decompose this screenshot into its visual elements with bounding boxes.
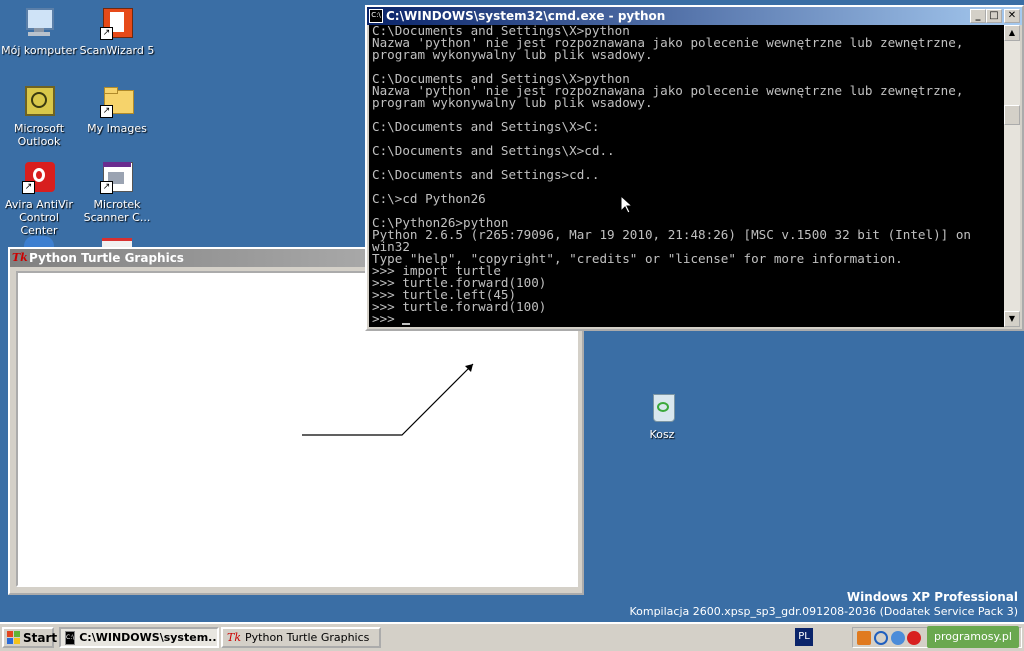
console-line: program wykonywalny lub plik wsadowy. bbox=[372, 47, 653, 62]
turtle-window-title: Python Turtle Graphics bbox=[29, 251, 184, 265]
watermark-badge: programosy.pl bbox=[927, 626, 1019, 648]
watermark-text: programosy.pl bbox=[934, 630, 1012, 643]
taskbar: Start C:\ C:\WINDOWS\system... Tk Python… bbox=[0, 622, 1024, 651]
vertical-scrollbar[interactable]: ▲ ▼ bbox=[1004, 25, 1020, 327]
desktop-icon-my-computer[interactable]: Mój komputer bbox=[0, 6, 78, 57]
cmd-icon: C:\ bbox=[65, 630, 76, 645]
tk-icon: Tk bbox=[227, 631, 242, 644]
windows-logo-icon bbox=[7, 631, 20, 644]
scanwizard-icon: ↗ bbox=[100, 6, 134, 40]
cmd-window[interactable]: C:\ C:\WINDOWS\system32\cmd.exe - python… bbox=[365, 5, 1024, 331]
desktop-icon-outlook[interactable]: Microsoft Outlook bbox=[0, 84, 78, 148]
desktop-icon-microtek[interactable]: ↗ Microtek Scanner C... bbox=[78, 160, 156, 224]
my-computer-icon bbox=[22, 6, 56, 40]
desktop-icon-label: ScanWizard 5 bbox=[79, 44, 155, 57]
cmd-icon: C:\ bbox=[369, 9, 383, 23]
desktop-icon-label: Mój komputer bbox=[1, 44, 77, 57]
microtek-icon: ↗ bbox=[100, 160, 134, 194]
avira-icon: ↗ bbox=[22, 160, 56, 194]
scroll-down-button[interactable]: ▼ bbox=[1004, 311, 1020, 327]
tray-search-icon[interactable] bbox=[874, 631, 888, 645]
outlook-icon bbox=[22, 84, 56, 118]
tray-antivirus-icon[interactable] bbox=[907, 631, 921, 645]
os-name: Windows XP Professional bbox=[846, 590, 1018, 604]
scroll-thumb[interactable] bbox=[1004, 105, 1020, 125]
scroll-up-button[interactable]: ▲ bbox=[1004, 25, 1020, 41]
console-line: C:\Documents and Settings\X>cd.. bbox=[372, 143, 615, 158]
mouse-pointer-icon bbox=[620, 195, 632, 214]
console-line: C:\Documents and Settings>cd.. bbox=[372, 167, 600, 182]
turtle-path bbox=[302, 363, 474, 436]
cmd-window-title: C:\WINDOWS\system32\cmd.exe - python bbox=[386, 9, 666, 23]
start-button[interactable]: Start bbox=[2, 627, 58, 648]
console-line: >>> turtle.forward(100) bbox=[372, 299, 547, 314]
console-line: >>> bbox=[372, 312, 1001, 325]
console-line: Python 2.6.5 (r265:79096, Mar 19 2010, 2… bbox=[372, 227, 971, 242]
text-cursor bbox=[402, 323, 411, 325]
recycle-bin-icon bbox=[645, 390, 679, 424]
tk-icon: Tk bbox=[12, 251, 28, 264]
minimize-button[interactable]: _ bbox=[970, 9, 986, 23]
desktop-icon-label: Kosz bbox=[649, 428, 675, 441]
tray-network-icon[interactable] bbox=[891, 631, 905, 645]
close-button[interactable]: ✕ bbox=[1004, 9, 1020, 23]
system-tray: programosy.pl bbox=[852, 626, 1022, 648]
os-build: Kompilacja 2600.xpsp_sp3_gdr.091208-2036… bbox=[629, 605, 1018, 618]
maximize-button[interactable]: □ bbox=[986, 9, 1002, 23]
desktop-icon-my-images[interactable]: ↗ My Images bbox=[78, 84, 156, 135]
desktop-icon-label: Microsoft Outlook bbox=[13, 122, 65, 148]
console-line: C:\>cd Python26 bbox=[372, 191, 486, 206]
taskbar-item-label: C:\WINDOWS\system... bbox=[79, 631, 219, 644]
desktop-icon-label: Avira AntiVir Control Center bbox=[5, 198, 73, 237]
taskbar-item-label: Python Turtle Graphics bbox=[245, 631, 370, 644]
cmd-window-titlebar[interactable]: C:\ C:\WINDOWS\system32\cmd.exe - python… bbox=[367, 7, 1022, 25]
desktop-icon-recycle-bin[interactable]: Kosz bbox=[623, 390, 701, 441]
desktop-icon-avira[interactable]: ↗ Avira AntiVir Control Center bbox=[0, 160, 78, 237]
desktop-icon-label: Microtek Scanner C... bbox=[83, 198, 151, 224]
desktop-icon-label: My Images bbox=[87, 122, 147, 135]
tray-java-icon[interactable] bbox=[857, 631, 871, 645]
console-output[interactable]: C:\Documents and Settings\X>python Nazwa … bbox=[369, 25, 1004, 327]
console-line: program wykonywalny lub plik wsadowy. bbox=[372, 95, 653, 110]
taskbar-item-turtle[interactable]: Tk Python Turtle Graphics bbox=[221, 627, 381, 648]
desktop-icon-scanwizard[interactable]: ↗ ScanWizard 5 bbox=[78, 6, 156, 57]
taskbar-item-cmd[interactable]: C:\ C:\WINDOWS\system... bbox=[59, 627, 219, 648]
start-label: Start bbox=[23, 630, 58, 645]
folder-icon: ↗ bbox=[100, 84, 134, 118]
console-line: C:\Documents and Settings\X>C: bbox=[372, 119, 600, 134]
language-indicator[interactable]: PL bbox=[795, 628, 813, 646]
